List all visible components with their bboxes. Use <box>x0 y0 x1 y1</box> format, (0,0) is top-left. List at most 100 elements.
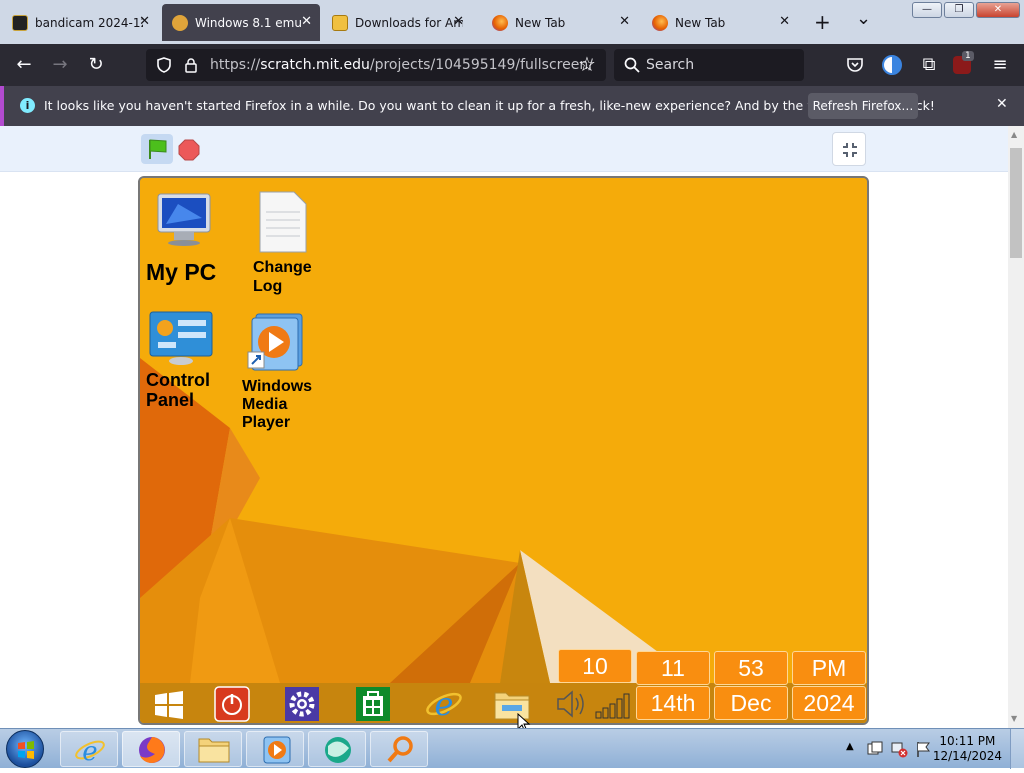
tab-windows-emulator[interactable]: Windows 8.1 emula ✕ <box>162 4 320 41</box>
extension-badge: 1 <box>962 51 974 61</box>
url-host: scratch.mit.edu <box>260 57 370 73</box>
extensions-puzzle-icon[interactable]: ⧉ <box>917 53 941 77</box>
package-icon <box>332 14 348 31</box>
browser-tab-strip: bandicam 2024-12- ✕ Windows 8.1 emula ✕ … <box>0 0 1024 44</box>
tray-clock[interactable]: 10:11 PM 12/14/2024 <box>933 734 1002 764</box>
app-icon <box>325 737 351 763</box>
svg-text:e: e <box>435 685 454 723</box>
info-icon: i <box>20 98 35 113</box>
tracking-shield-icon[interactable] <box>156 57 172 73</box>
contrast-extension-icon[interactable] <box>882 55 902 75</box>
url-bar[interactable]: https://scratch.mit.edu/projects/1045951… <box>146 49 606 81</box>
windows-start-icon[interactable] <box>153 689 185 721</box>
my-pc-desktop-icon[interactable] <box>152 192 216 252</box>
scroll-up-arrow-icon[interactable]: ▲ <box>1011 130 1017 139</box>
scratch-controls-bar <box>0 126 1008 172</box>
internet-explorer-icon[interactable]: e <box>424 684 464 724</box>
tab-close-icon[interactable]: ✕ <box>619 14 630 29</box>
lock-icon[interactable] <box>184 57 198 73</box>
minimize-button[interactable]: — <box>912 2 942 18</box>
flag-icon[interactable] <box>914 740 932 758</box>
tab-new-tab-1[interactable]: New Tab ✕ <box>482 4 638 41</box>
desktop-wallpaper <box>140 178 867 723</box>
store-icon[interactable] <box>355 686 391 722</box>
signal-icon[interactable] <box>594 688 634 720</box>
taskbar-search-app[interactable] <box>370 731 428 767</box>
clock-day: 14th <box>636 686 710 720</box>
change-log-desktop-icon[interactable] <box>256 190 310 258</box>
clock-year: 2024 <box>792 686 866 720</box>
network-error-icon[interactable] <box>890 740 908 758</box>
file-explorer-icon <box>198 738 230 763</box>
search-app-icon <box>387 736 413 763</box>
menu-hamburger-icon[interactable]: ≡ <box>988 53 1012 77</box>
action-center-icon[interactable] <box>866 740 884 758</box>
tab-downloads[interactable]: Downloads for Am ✕ <box>322 4 472 41</box>
forward-arrow-icon[interactable]: → <box>48 53 72 77</box>
media-player-label: Windows Media Player <box>242 378 313 431</box>
control-panel-icon <box>149 311 213 365</box>
firefox-icon <box>652 14 668 31</box>
taskbar-app[interactable] <box>308 731 366 767</box>
clock-ampm: PM <box>792 651 866 685</box>
green-flag-button[interactable] <box>141 134 173 164</box>
tab-close-icon[interactable]: ✕ <box>453 14 464 29</box>
search-icon <box>624 57 640 73</box>
show-desktop-button[interactable] <box>1010 729 1024 769</box>
settings-gear-icon[interactable] <box>284 686 320 722</box>
tab-list-button[interactable]: ⌄ <box>856 8 871 29</box>
tab-title: Windows 8.1 emula <box>195 15 303 30</box>
close-notification-icon[interactable]: ✕ <box>996 96 1008 112</box>
scrollbar-thumb[interactable] <box>1010 148 1022 258</box>
taskbar-file-explorer[interactable] <box>184 731 242 767</box>
control-panel-desktop-icon[interactable] <box>148 310 214 370</box>
tab-close-icon[interactable]: ✕ <box>301 14 312 29</box>
svg-text:e: e <box>82 737 97 767</box>
media-player-desktop-icon[interactable] <box>246 312 306 376</box>
url-scheme: https:// <box>210 57 261 73</box>
search-placeholder: Search <box>646 57 695 73</box>
close-window-button[interactable]: ✕ <box>976 2 1020 18</box>
clock-minute: 11 <box>636 651 710 685</box>
os-taskbar: e ▲ 10:11 PM 12/14/2024 <box>0 728 1024 769</box>
exit-fullscreen-button[interactable] <box>832 132 866 166</box>
volume-icon[interactable] <box>554 688 588 720</box>
media-player-icon <box>263 736 291 764</box>
taskbar-firefox[interactable] <box>122 731 180 767</box>
reload-icon[interactable]: ↻ <box>84 53 108 77</box>
tab-new-tab-2[interactable]: New Tab ✕ <box>642 4 798 41</box>
show-hidden-icons-arrow[interactable]: ▲ <box>846 741 854 752</box>
refresh-firefox-button[interactable]: Refresh Firefox… <box>808 93 918 119</box>
clock-hour: 10 <box>558 649 632 683</box>
tray-time: 10:11 PM <box>939 734 996 748</box>
bookmark-star-icon[interactable]: ☆ <box>578 52 596 76</box>
page-scrollbar[interactable]: ▲ ▼ <box>1008 126 1024 728</box>
scroll-down-arrow-icon[interactable]: ▼ <box>1011 714 1017 723</box>
taskbar-internet-explorer[interactable]: e <box>60 731 118 767</box>
tab-close-icon[interactable]: ✕ <box>139 14 150 29</box>
new-tab-button[interactable]: + <box>814 10 831 34</box>
windows-logo-icon <box>18 741 34 759</box>
clock-month: Dec <box>714 686 788 720</box>
stop-button[interactable] <box>178 139 200 161</box>
tab-bandicam[interactable]: bandicam 2024-12- ✕ <box>2 4 158 41</box>
notification-message: It looks like you haven't started Firefo… <box>44 98 935 113</box>
control-panel-label: Control Panel <box>146 370 210 410</box>
search-bar[interactable]: Search <box>614 49 804 81</box>
taskbar-media-player[interactable] <box>246 731 304 767</box>
exit-fullscreen-icon <box>843 143 857 157</box>
notification-bar: i It looks like you haven't started Fire… <box>0 86 1024 126</box>
maximize-button[interactable]: ❐ <box>944 2 974 18</box>
power-icon[interactable] <box>214 686 250 722</box>
document-icon <box>259 191 307 253</box>
back-arrow-icon[interactable]: ← <box>12 53 36 77</box>
tab-close-icon[interactable]: ✕ <box>779 14 790 29</box>
start-orb-button[interactable] <box>6 730 44 768</box>
url-path: /projects/104595149/fullscreen/ <box>369 57 593 73</box>
pocket-icon[interactable] <box>846 56 864 74</box>
tab-title: Downloads for Am <box>355 15 463 30</box>
clock-second: 53 <box>714 651 788 685</box>
media-player-icon <box>247 313 303 371</box>
project-stage[interactable]: My PC Change Log Control Panel Windows M… <box>138 176 869 725</box>
internet-explorer-icon: e <box>75 737 105 767</box>
